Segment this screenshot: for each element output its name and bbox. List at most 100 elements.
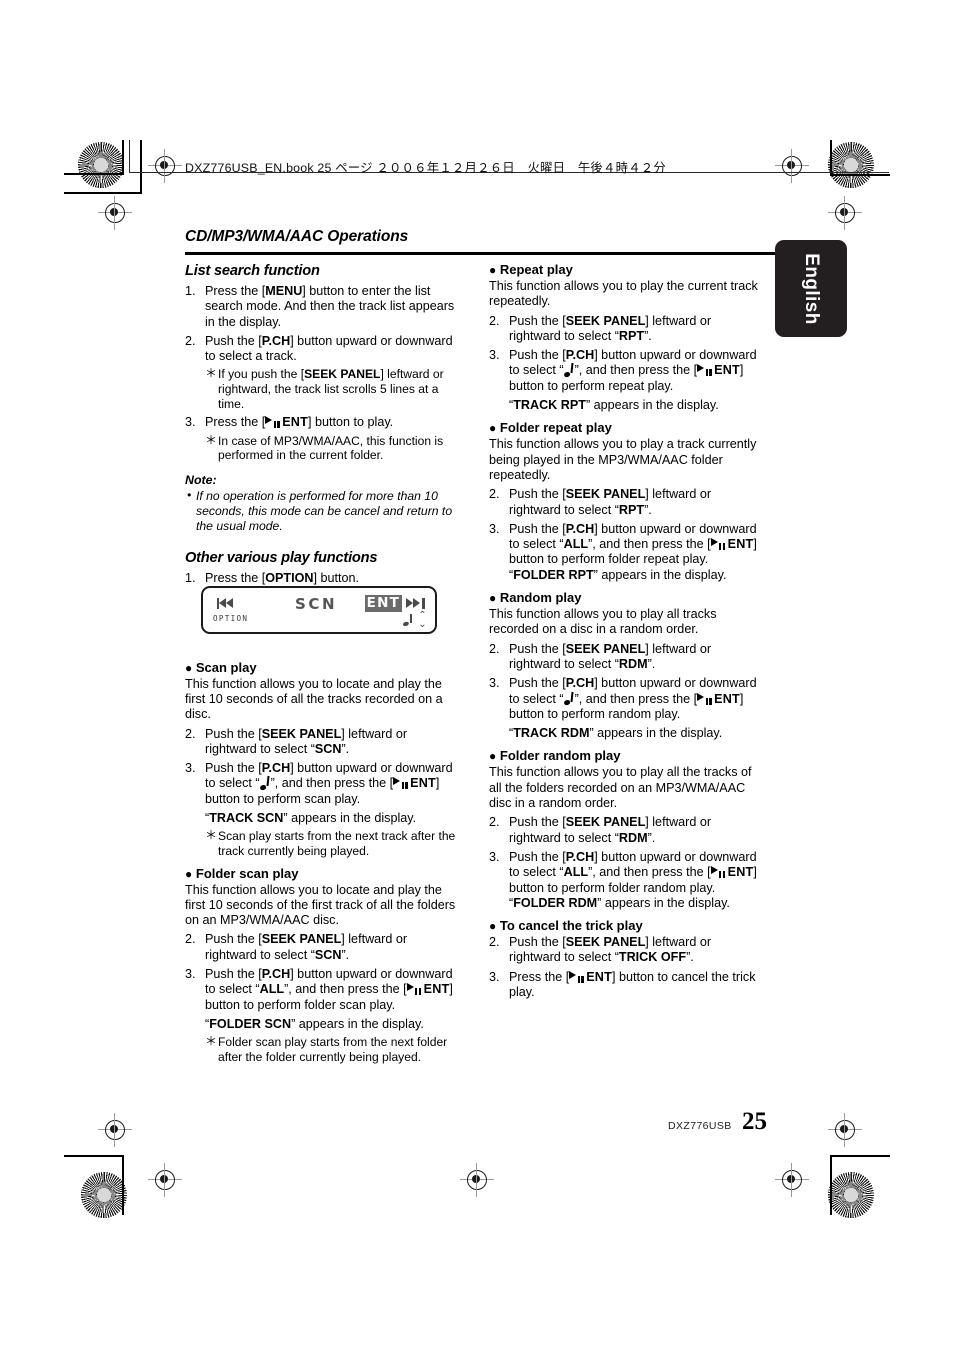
folder-repeat-play-steps: 2. Push the [SEEK PANEL] leftward or righ… xyxy=(489,487,765,583)
step-text-a: Push the [ xyxy=(205,761,262,776)
step-text-d: ”, and then press the [ xyxy=(574,363,698,378)
step-text-e: ”. xyxy=(647,656,656,671)
step-number: 2. xyxy=(489,815,500,830)
button-name-seek-panel: SEEK PANEL xyxy=(261,932,342,947)
random-play-body: This function allows you to play all tra… xyxy=(489,607,717,637)
repeat-play-body: This function allows you to play the cur… xyxy=(489,279,758,309)
step-text-e: ”. xyxy=(644,502,652,517)
step-text-e: ”, and then press the [ xyxy=(284,982,407,997)
filled-circle-icon: ● xyxy=(489,919,497,934)
play-pause-icon xyxy=(406,983,424,996)
quote-close: ” appears in the display. xyxy=(585,398,719,413)
list-item: 3. Push the [P.CH] button upward or downw… xyxy=(489,348,765,394)
asterisk-icon: ＊ xyxy=(205,366,218,381)
display-value-all: ALL xyxy=(563,537,589,552)
step-number: 2. xyxy=(489,641,500,656)
step-number: 3. xyxy=(489,521,500,536)
subsection-heading-cancel-trick-play: ● To cancel the trick play xyxy=(489,918,765,934)
play-pause-ent-button-glyph: ENT xyxy=(697,692,740,707)
subsection-heading-scan-play: ● Scan play xyxy=(185,660,457,676)
play-pause-ent-button-glyph: ENT xyxy=(406,982,450,997)
sub-text-a: If you push the [ xyxy=(218,367,305,382)
ent-label: ENT xyxy=(282,415,308,430)
page-number: 25 xyxy=(742,1108,767,1135)
heading-text: Repeat play xyxy=(499,262,573,277)
folder-random-play-body: This function allows you to play all the… xyxy=(489,765,752,811)
step-text-c: ] button. xyxy=(313,571,359,586)
step-number: 3. xyxy=(489,849,500,864)
button-name-seek-panel: SEEK PANEL xyxy=(261,726,342,741)
music-note-icon xyxy=(402,614,413,627)
ent-label: ENT xyxy=(586,969,612,984)
button-name-option: OPTION xyxy=(265,571,314,586)
step-number: 3. xyxy=(489,969,500,984)
sub-note: ＊ Folder scan play starts from the next f… xyxy=(205,1034,457,1064)
sub-note: ＊ In case of MP3/WMA/AAC, this function i… xyxy=(205,432,457,463)
button-name-seek-panel: SEEK PANEL xyxy=(304,367,381,382)
step-text-e: ”. xyxy=(644,328,652,343)
left-column: List search function 1. Press the [MENU] … xyxy=(185,262,457,1064)
option-indicator-label: OPTION xyxy=(213,614,249,623)
step-text-a: Push the [ xyxy=(509,313,566,328)
repeat-play-result: “TRACK RPT” appears in the display. xyxy=(509,398,765,413)
ent-label: ENT xyxy=(714,691,740,706)
step-text-a: Push the [ xyxy=(509,815,566,830)
asterisk-icon: ＊ xyxy=(205,432,218,447)
step-text-a: Press the [ xyxy=(205,415,266,430)
subsection-heading-random-play: ● Random play xyxy=(489,590,765,606)
button-name-menu: MENU xyxy=(265,284,303,298)
list-item: 1. Press the [OPTION] button. xyxy=(185,571,457,586)
music-note-icon xyxy=(259,776,271,791)
step-text-a: Push the [ xyxy=(205,966,262,981)
button-name-seek-panel: SEEK PANEL xyxy=(565,815,646,830)
repeat-play-steps: 2. Push the [SEEK PANEL] leftward or righ… xyxy=(489,314,765,394)
sub-note: ＊ Scan play starts from the next track af… xyxy=(205,828,457,858)
sub-text: Folder scan play starts from the next fo… xyxy=(218,1035,448,1064)
filled-circle-icon: ● xyxy=(489,421,497,436)
step-text-d: ”, and then press the [ xyxy=(270,776,394,791)
display-value-all: ALL xyxy=(259,982,285,997)
display-value-rdm: RDM xyxy=(618,830,648,845)
section-title-other-play: Other various play functions xyxy=(185,550,378,567)
list-item: 2. Push the [SEEK PANEL] leftward or righ… xyxy=(489,935,765,966)
display-value-track-rpt: TRACK RPT xyxy=(513,398,586,413)
side-tab-label: English xyxy=(801,252,822,325)
step-text-e: ”, and then press the [ xyxy=(588,537,711,552)
play-pause-ent-button-glyph: ENT xyxy=(710,865,754,880)
display-value-trick-off: TRICK OFF xyxy=(618,950,687,965)
list-item: 2. Push the [SEEK PANEL] leftward or righ… xyxy=(489,815,765,846)
ent-label: ENT xyxy=(714,363,740,378)
list-item: 3. Press the [ENT] button to play. xyxy=(185,415,457,430)
button-name-pch: P.CH xyxy=(261,761,291,776)
step-number: 2. xyxy=(185,726,196,741)
ent-indicator-label: ENT xyxy=(364,595,402,612)
folder-random-play-steps: 2. Push the [SEEK PANEL] leftward or righ… xyxy=(489,815,765,911)
note-body: • If no operation is performed for more t… xyxy=(185,488,457,533)
filled-circle-icon: ● xyxy=(185,660,193,675)
step-text-e: ”, and then press the [ xyxy=(588,865,711,880)
step-text-g: ” appears in the display. xyxy=(597,895,730,910)
music-note-icon xyxy=(563,363,575,378)
step-text-a: Push the [ xyxy=(509,521,566,536)
list-item: 3. Push the [P.CH] button upward or downw… xyxy=(489,850,765,911)
step-text-a: Press the [ xyxy=(205,284,266,298)
display-value-scn: SCN xyxy=(314,741,342,756)
display-value-track-scn: TRACK SCN xyxy=(209,811,284,826)
step-text-e: ”. xyxy=(341,741,350,756)
play-pause-ent-button-glyph: ENT xyxy=(393,776,436,791)
step-number: 1. xyxy=(185,571,196,586)
ent-label: ENT xyxy=(410,776,436,791)
list-search-steps: 1. Press the [MENU] button to enter the l… xyxy=(185,284,457,364)
random-play-steps: 2. Push the [SEEK PANEL] leftward or righ… xyxy=(489,642,765,722)
list-item: 3. Push the [P.CH] button upward or downw… xyxy=(185,761,457,807)
step-text-a: Push the [ xyxy=(509,935,566,950)
step-text-a: Push the [ xyxy=(509,676,566,691)
random-play-result: “TRACK RDM” appears in the display. xyxy=(509,726,765,741)
button-name-seek-panel: SEEK PANEL xyxy=(565,935,646,950)
list-item: 2. Push the [SEEK PANEL] leftward or righ… xyxy=(489,642,765,673)
skip-forward-icon xyxy=(405,597,425,610)
button-name-pch: P.CH xyxy=(565,849,595,864)
button-name-seek-panel: SEEK PANEL xyxy=(565,487,646,502)
display-value-rdm: RDM xyxy=(618,656,648,671)
step-text-a: Push the [ xyxy=(509,487,566,502)
